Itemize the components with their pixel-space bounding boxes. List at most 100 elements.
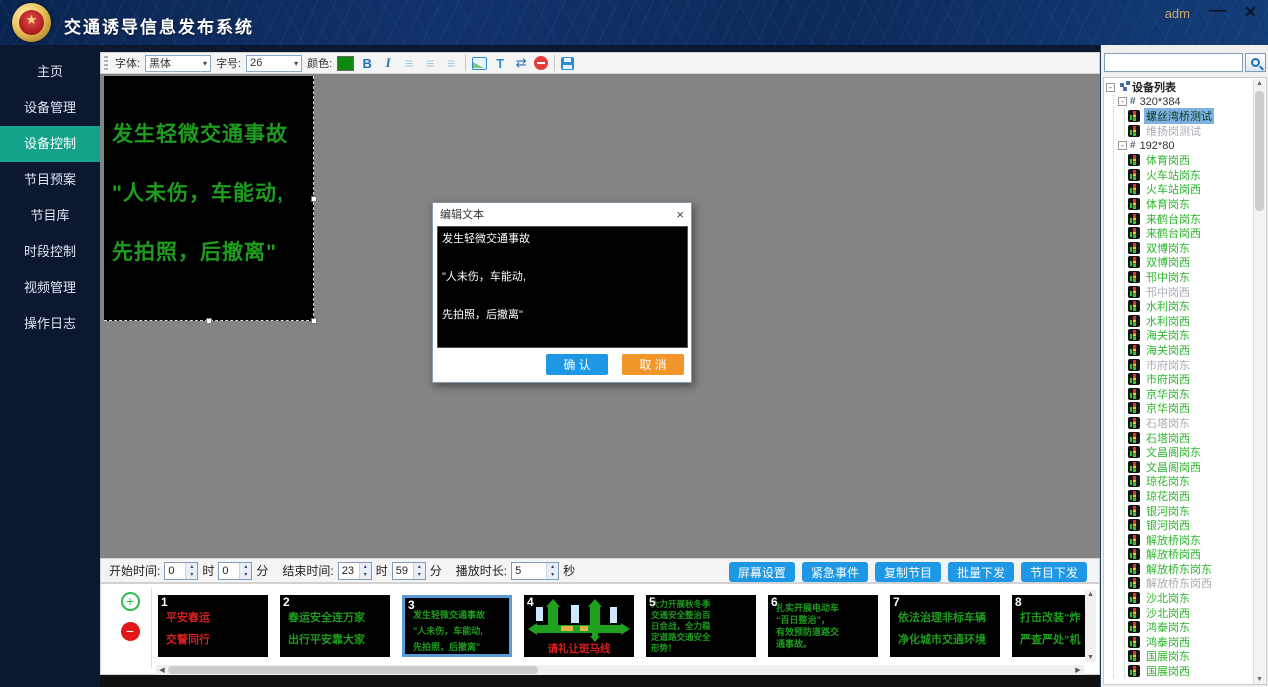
tree-device[interactable]: 沙北岗东 xyxy=(1128,591,1252,606)
align-center-icon[interactable]: ≡ xyxy=(422,55,438,71)
tree-device[interactable]: 市府岗西 xyxy=(1128,372,1252,387)
dialog-close-icon[interactable]: × xyxy=(676,207,684,222)
tree-device[interactable]: 双博岗西 xyxy=(1128,255,1252,270)
dialog-textarea[interactable]: 发生轻微交通事故 "人未伤，车能动, 先拍照，后撤离" xyxy=(437,226,688,348)
scroll-right-icon[interactable]: ▶ xyxy=(1072,666,1084,674)
align-right-icon[interactable]: ≡ xyxy=(443,55,459,71)
color-swatch[interactable] xyxy=(337,56,354,71)
tree-device[interactable]: 维扬岗测试 xyxy=(1128,124,1252,139)
close-button[interactable]: × xyxy=(1245,2,1256,24)
remove-program-button[interactable]: − xyxy=(121,622,140,641)
tree-device[interactable]: 解放桥岗西 xyxy=(1128,547,1252,562)
tree-group[interactable]: -#320*384 xyxy=(1118,95,1252,110)
design-canvas[interactable]: 发生轻微交通事故"人未伤，车能动,先拍照，后撤离" 编辑文本 × 发生轻微交通事… xyxy=(100,74,1100,558)
tree-device[interactable]: 海关岗西 xyxy=(1128,343,1252,358)
sidebar-item[interactable]: 操作日志 xyxy=(0,306,100,342)
resize-handle-bottom[interactable] xyxy=(206,318,212,324)
vertical-scrollbar[interactable]: ▲ ▼ xyxy=(1085,590,1096,662)
action-button[interactable]: 节目下发 xyxy=(1021,562,1087,582)
tree-device[interactable]: 京华岗东 xyxy=(1128,386,1252,401)
collapse-icon[interactable]: - xyxy=(1118,97,1127,106)
tree-device[interactable]: 火车站岗东 xyxy=(1128,168,1252,183)
device-search-input[interactable] xyxy=(1104,53,1243,72)
stepper-arrows-icon[interactable]: ▴▾ xyxy=(546,563,558,579)
tree-device[interactable]: 琼花岗西 xyxy=(1128,489,1252,504)
scroll-up-icon[interactable]: ▲ xyxy=(1087,591,1094,598)
scroll-left-icon[interactable]: ◀ xyxy=(156,666,168,674)
minimize-button[interactable]: — xyxy=(1209,0,1226,20)
tree-device[interactable]: 鸿泰岗东 xyxy=(1128,620,1252,635)
sidebar-item[interactable]: 时段控制 xyxy=(0,234,100,270)
tree-device[interactable]: 解放桥岗东 xyxy=(1128,532,1252,547)
action-button[interactable]: 屏幕设置 xyxy=(729,562,795,582)
tree-device[interactable]: 京华岗西 xyxy=(1128,401,1252,416)
tree-device[interactable]: 螺丝湾桥测试 xyxy=(1128,109,1252,124)
tree-device[interactable]: 国展岗西 xyxy=(1128,664,1252,679)
tree-device[interactable]: 解放桥东岗西 xyxy=(1128,576,1252,591)
tree-device[interactable]: 银河岗西 xyxy=(1128,518,1252,533)
add-program-button[interactable]: + xyxy=(121,592,140,611)
end-hour-stepper[interactable]: 23 ▴▾ xyxy=(338,562,372,580)
tree-device[interactable]: 鸿泰岗西 xyxy=(1128,635,1252,650)
program-thumb[interactable]: 8打击改装“炸严查严处“机 xyxy=(1012,595,1086,657)
program-thumb[interactable]: 3发生轻微交通事故"人未伤，车能动,先拍照，后撤离" xyxy=(402,595,512,657)
sidebar-item[interactable]: 节目库 xyxy=(0,198,100,234)
sidebar-item[interactable]: 视频管理 xyxy=(0,270,100,306)
bold-icon[interactable]: B xyxy=(359,55,375,71)
scroll-up-icon[interactable]: ▲ xyxy=(1254,80,1265,87)
tree-scrollbar[interactable]: ▲ ▼ xyxy=(1253,79,1265,684)
tree-device[interactable]: 水利岗东 xyxy=(1128,299,1252,314)
sidebar-item[interactable]: 设备管理 xyxy=(0,90,100,126)
tree-device[interactable]: 市府岗东 xyxy=(1128,357,1252,372)
sidebar-item[interactable]: 设备控制 xyxy=(0,126,100,162)
horizontal-scrollbar[interactable]: ◀ ▶ xyxy=(156,665,1084,675)
confirm-button[interactable]: 确 认 xyxy=(546,354,608,375)
tree-device[interactable]: 国展岗东 xyxy=(1128,649,1252,664)
scroll-down-icon[interactable]: ▼ xyxy=(1087,654,1094,661)
tree-device[interactable]: 体育岗东 xyxy=(1128,197,1252,212)
stepper-arrows-icon[interactable]: ▴▾ xyxy=(185,563,197,579)
tree-device[interactable]: 银河岗东 xyxy=(1128,503,1252,518)
cancel-button[interactable]: 取 消 xyxy=(622,354,684,375)
tree-device[interactable]: 石塔岗西 xyxy=(1128,430,1252,445)
tree-device[interactable]: 邗中岗西 xyxy=(1128,284,1252,299)
tree-device[interactable]: 邗中岗东 xyxy=(1128,270,1252,285)
action-button[interactable]: 紧急事件 xyxy=(802,562,868,582)
tree-device[interactable]: 体育岗西 xyxy=(1128,153,1252,168)
tree-device[interactable]: 水利岗西 xyxy=(1128,314,1252,329)
led-preview-panel[interactable]: 发生轻微交通事故"人未伤，车能动,先拍照，后撤离" xyxy=(104,76,314,321)
program-thumb[interactable]: 2春运安全连万家出行平安靠大家 xyxy=(280,595,390,657)
tree-device[interactable]: 石塔岗东 xyxy=(1128,416,1252,431)
stepper-arrows-icon[interactable]: ▴▾ xyxy=(359,563,371,579)
fit-width-icon[interactable]: ⇄ xyxy=(513,55,529,71)
tree-group[interactable]: -#192*80 xyxy=(1118,138,1252,153)
tree-device[interactable]: 解放桥东岗东 xyxy=(1128,562,1252,577)
program-thumb[interactable]: 1平安春运交警同行 xyxy=(158,595,268,657)
italic-icon[interactable]: I xyxy=(380,55,396,71)
font-select[interactable]: 黑体 ▾ xyxy=(145,55,211,72)
action-button[interactable]: 批量下发 xyxy=(948,562,1014,582)
start-minute-stepper[interactable]: 0 ▴▾ xyxy=(218,562,252,580)
sidebar-item[interactable]: 主页 xyxy=(0,54,100,90)
tree-device[interactable]: 来鹤台岗东 xyxy=(1128,211,1252,226)
stepper-arrows-icon[interactable]: ▴▾ xyxy=(239,563,251,579)
align-left-icon[interactable]: ≡ xyxy=(401,55,417,71)
scrollbar-thumb[interactable] xyxy=(1255,91,1264,211)
collapse-icon[interactable]: - xyxy=(1118,141,1127,150)
delete-icon[interactable] xyxy=(534,56,548,70)
tree-device[interactable]: 沙北岗西 xyxy=(1128,605,1252,620)
size-select[interactable]: 26 ▾ xyxy=(246,55,302,72)
start-hour-stepper[interactable]: 0 ▴▾ xyxy=(164,562,198,580)
save-icon[interactable] xyxy=(561,57,574,70)
duration-stepper[interactable]: 5 ▴▾ xyxy=(511,562,559,580)
tree-root[interactable]: -设备列表 xyxy=(1106,80,1252,95)
action-button[interactable]: 复制节目 xyxy=(875,562,941,582)
tree-device[interactable]: 双博岗东 xyxy=(1128,241,1252,256)
tree-device[interactable]: 海关岗东 xyxy=(1128,328,1252,343)
tree-device[interactable]: 文昌阁岗东 xyxy=(1128,445,1252,460)
scroll-down-icon[interactable]: ▼ xyxy=(1254,676,1265,683)
tree-device[interactable]: 琼花岗东 xyxy=(1128,474,1252,489)
collapse-icon[interactable]: - xyxy=(1106,83,1115,92)
scrollbar-thumb[interactable] xyxy=(168,666,538,674)
text-icon[interactable]: T xyxy=(492,55,508,71)
